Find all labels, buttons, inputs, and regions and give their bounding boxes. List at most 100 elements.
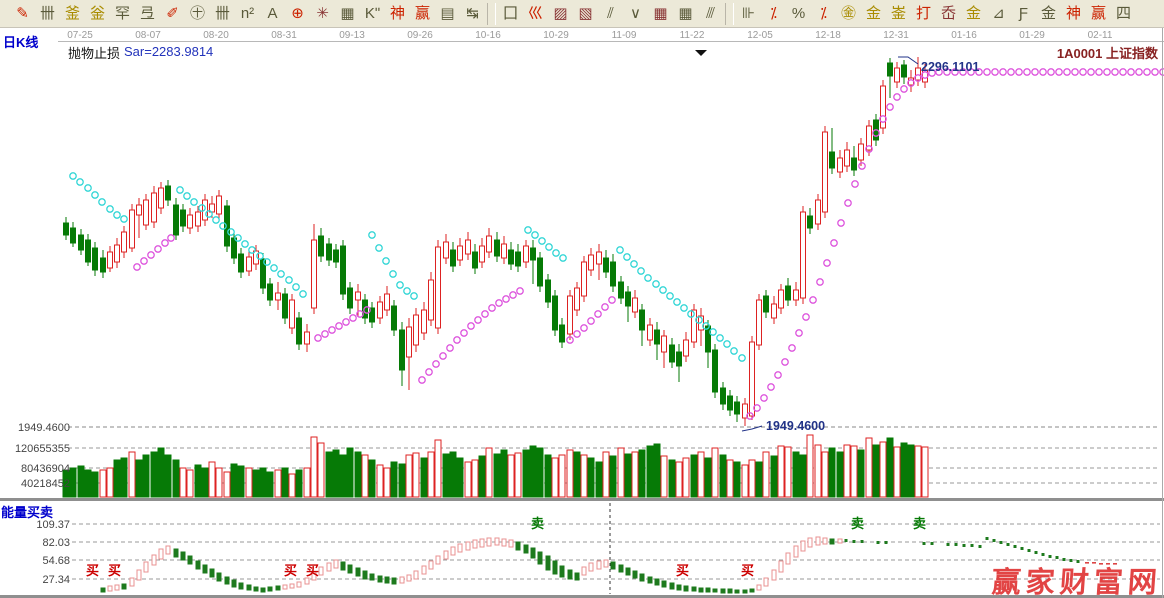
energy-bar <box>188 556 192 564</box>
candle-body <box>845 150 850 166</box>
shen-diagonal-icon[interactable]: 神 <box>1061 2 1086 26</box>
volume-bar <box>421 458 427 497</box>
shaded-box-icon[interactable]: ▨ <box>548 2 573 26</box>
hatch-lines-2-icon[interactable]: 卌 <box>210 2 235 26</box>
hatch-lines-icon[interactable]: 卌 <box>35 2 60 26</box>
candle-body <box>400 330 405 370</box>
draw-pen-icon[interactable]: ✎ <box>10 2 35 26</box>
gold-circle-icon[interactable]: ㊎ <box>836 2 861 26</box>
sar-dot <box>336 323 342 329</box>
sar-dot <box>852 181 858 187</box>
gold-diagonal-icon[interactable]: 金 <box>1036 2 1061 26</box>
ying-diagonal-icon[interactable]: 赢 <box>1086 2 1111 26</box>
gold-section-icon[interactable]: 釜 <box>60 2 85 26</box>
angle-icon[interactable]: A <box>260 2 285 26</box>
energy-bar <box>808 538 812 547</box>
buy-signal-label: 买 <box>284 563 297 578</box>
volume-bar <box>866 438 872 497</box>
volume-bar <box>915 446 921 497</box>
brush-icon[interactable]: ✐ <box>160 2 185 26</box>
sar-dot <box>653 281 659 287</box>
percent-line-icon[interactable]: ⁒ <box>811 2 836 26</box>
sar-dot <box>660 287 666 293</box>
volume-bar <box>837 452 843 497</box>
circle-cycle-icon[interactable]: ㊉ <box>185 2 210 26</box>
volume-bar <box>596 462 602 497</box>
energy-bar <box>640 574 644 581</box>
dense-grid-icon[interactable]: ▦ <box>648 2 673 26</box>
energy-bar <box>487 538 491 546</box>
volume-bar <box>114 460 120 497</box>
gold-bar-icon[interactable]: 崟 <box>886 2 911 26</box>
av-tool-icon[interactable]: 岙 <box>936 2 961 26</box>
candle-body <box>794 290 799 300</box>
starburst-icon[interactable]: ✳ <box>310 2 335 26</box>
sar-dot <box>553 250 559 256</box>
sar-dot <box>440 353 446 359</box>
volume-bar <box>85 470 91 497</box>
ying-tool-icon[interactable]: 赢 <box>410 2 435 26</box>
candle-body <box>916 68 921 80</box>
volume-bar <box>625 454 631 497</box>
energy-bar <box>604 560 608 567</box>
quote-k-icon[interactable]: Kʺ <box>360 2 385 26</box>
f-diagonal-icon[interactable]: Ƒ <box>1011 2 1036 26</box>
grid-box-icon[interactable]: ▦ <box>335 2 360 26</box>
grid-f-icon[interactable]: 罕 <box>110 2 135 26</box>
candle-body <box>378 302 383 318</box>
grid-ruler-icon[interactable]: ▤ <box>435 2 460 26</box>
energy-bar <box>327 563 331 571</box>
energy-bar <box>524 545 528 553</box>
spiral-icon[interactable]: 弖 <box>135 2 160 26</box>
candle-body <box>356 292 361 300</box>
n-squared-icon[interactable]: n² <box>235 2 260 26</box>
volume-bar <box>187 470 193 497</box>
candle-body <box>582 262 587 296</box>
volume-bar <box>238 466 244 497</box>
energy-dot <box>963 544 966 547</box>
energy-dot <box>885 541 888 544</box>
energy-bar <box>283 585 287 589</box>
energy-dot <box>853 540 856 543</box>
energy-bar <box>144 562 148 572</box>
candle-body <box>188 215 193 228</box>
volume-bar <box>216 468 222 497</box>
width-arrows-icon[interactable]: ↹ <box>460 2 485 26</box>
shen-tool-icon[interactable]: 神 <box>385 2 410 26</box>
zigzag-icon[interactable]: ∨ <box>623 2 648 26</box>
dense-grid-2-icon[interactable]: ▦ <box>673 2 698 26</box>
sar-dot <box>70 173 76 179</box>
volume-bar <box>661 456 667 497</box>
energy-bar <box>575 573 579 580</box>
ruler-dots-icon[interactable]: ⊪ <box>736 2 761 26</box>
trend-percent-icon[interactable]: ⁒ <box>761 2 786 26</box>
percent-icon[interactable]: % <box>786 2 811 26</box>
box-tool-icon[interactable]: 囗 <box>498 2 523 26</box>
sar-dot <box>114 212 120 218</box>
crosshair-icon[interactable]: ⊕ <box>285 2 310 26</box>
gold-circle-2-icon[interactable]: 金 <box>861 2 886 26</box>
sell-signal-label: 卖 <box>913 516 926 531</box>
energy-bar <box>203 565 207 573</box>
plot-canvas[interactable]: 1949.46001206553558043690440218452109.37… <box>0 28 1164 598</box>
sar-dot <box>894 94 900 100</box>
pin-brush-icon[interactable]: 打 <box>911 2 936 26</box>
j-diagonal-icon[interactable]: ⊿ <box>986 2 1011 26</box>
four-diagonal-icon[interactable]: 四 <box>1111 2 1136 26</box>
sar-dot <box>1096 69 1102 75</box>
shaded-box-2-icon[interactable]: ▧ <box>573 2 598 26</box>
gold-section-2-icon[interactable]: 釡 <box>85 2 110 26</box>
diagonal-lines-icon[interactable]: ⫽ <box>598 2 623 26</box>
right-border <box>1162 28 1163 598</box>
gold-underline-icon[interactable]: 金 <box>961 2 986 26</box>
candle-body <box>334 250 339 262</box>
sar-dot <box>397 282 403 288</box>
gann-fan-icon[interactable]: 巛 <box>523 2 548 26</box>
volume-bar <box>858 450 864 497</box>
volume-bar <box>742 465 748 497</box>
energy-bar <box>531 548 535 558</box>
parallel-lines-icon[interactable]: ⫻ <box>698 2 723 26</box>
candle-body <box>611 262 616 286</box>
chart-area[interactable]: 07-2508-0708-2008-3109-1309-2610-1610-29… <box>0 28 1164 598</box>
candle-body <box>823 132 828 212</box>
